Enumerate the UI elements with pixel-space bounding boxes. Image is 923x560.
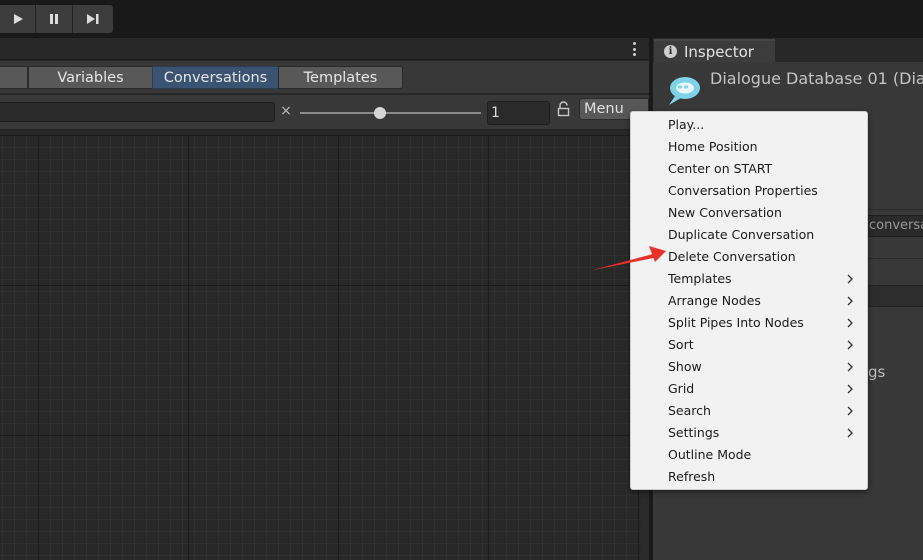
menu-item-label: Refresh [668, 469, 716, 484]
tab-label: Conversations [163, 69, 268, 86]
lock-icon[interactable] [557, 101, 570, 117]
play-button[interactable] [0, 5, 36, 33]
zoom-slider-handle[interactable] [373, 107, 386, 119]
dialogue-database-icon [669, 77, 700, 105]
inspector-tabstrip: i Inspector [653, 38, 923, 62]
filter-row: × 1 Menu [0, 95, 649, 130]
tab-label: Variables [57, 69, 124, 86]
menu-item-label: Sort [668, 337, 694, 352]
editor-tabs: Variables Conversations Templates [0, 61, 649, 93]
chevron-right-icon [847, 296, 853, 306]
inspector-label: gs [868, 363, 886, 381]
pause-icon [50, 14, 58, 24]
menu-item[interactable]: Conversation Properties [631, 180, 867, 202]
database-title: Dialogue Database 01 (Dialo [710, 69, 923, 88]
play-toolbar [0, 0, 923, 38]
menu-item-label: Duplicate Conversation [668, 227, 815, 242]
menu-item[interactable]: Outline Mode [631, 444, 867, 466]
menu-item-label: Play... [668, 117, 705, 132]
menu-item-label: Grid [668, 381, 695, 396]
menu-item[interactable]: Split Pipes Into Nodes [631, 312, 867, 334]
menu-item-label: Conversation Properties [668, 183, 818, 198]
menu-item[interactable]: Refresh [631, 466, 867, 488]
tab-inspector[interactable]: i Inspector [654, 39, 775, 62]
menu-item[interactable]: Show [631, 356, 867, 378]
more-options-icon[interactable] [628, 42, 640, 56]
menu-item[interactable]: Center on START [631, 158, 867, 180]
menu-item[interactable]: Search [631, 400, 867, 422]
chevron-right-icon [847, 406, 853, 416]
menu-item[interactable]: Play... [631, 114, 867, 136]
inspector-section-bar [866, 285, 923, 307]
menu-item[interactable]: New Conversation [631, 202, 867, 224]
menu-item-label: Center on START [668, 161, 773, 176]
tab-conversations[interactable]: Conversations [152, 66, 279, 89]
tab-templates[interactable]: Templates [278, 66, 403, 89]
annotation-arrow-icon [591, 246, 666, 271]
chevron-right-icon [847, 318, 853, 328]
tab-variables[interactable]: Variables [28, 66, 153, 89]
play-icon [13, 14, 23, 24]
info-icon: i [664, 45, 677, 58]
step-icon [87, 14, 99, 24]
menu-item-label: Settings [668, 425, 720, 440]
chevron-right-icon [847, 340, 853, 350]
clear-search-icon[interactable]: × [279, 103, 293, 119]
menu-item-label: Search [668, 403, 711, 418]
menu-item-label: Outline Mode [668, 447, 752, 462]
menu-item-label: Split Pipes Into Nodes [668, 315, 804, 330]
menu-item[interactable]: Home Position [631, 136, 867, 158]
inspector-tab-label: Inspector [684, 42, 754, 61]
editor-header [0, 38, 649, 60]
zoom-field[interactable]: 1 [487, 101, 550, 125]
playmode-controls [0, 5, 113, 33]
menu-item[interactable]: Grid [631, 378, 867, 400]
menu-item[interactable]: Arrange Nodes [631, 290, 867, 312]
tab-database[interactable] [0, 66, 28, 89]
pause-button[interactable] [36, 5, 73, 33]
chevron-right-icon [847, 362, 853, 372]
dialogue-editor-pane: Variables Conversations Templates × 1 Me… [0, 38, 649, 560]
menu-item[interactable]: Settings [631, 422, 867, 444]
chevron-right-icon [847, 428, 853, 438]
menu-item-label: Home Position [668, 139, 758, 154]
step-button[interactable] [73, 5, 113, 33]
menu-item-label: Delete Conversation [668, 249, 796, 264]
menu-item-label: Show [668, 359, 702, 374]
menu-item-label: Arrange Nodes [668, 293, 761, 308]
chevron-right-icon [847, 274, 853, 284]
node-canvas[interactable] [0, 135, 641, 560]
menu-item-label: New Conversation [668, 205, 782, 220]
menu-item-label: Templates [668, 271, 732, 286]
tab-label: Templates [303, 69, 378, 86]
context-menu: Play... Home Position Center on START Conve… [630, 111, 868, 490]
menu-item[interactable]: Sort [631, 334, 867, 356]
zoom-slider-track[interactable] [300, 112, 481, 114]
search-input[interactable] [0, 102, 275, 122]
chevron-right-icon [847, 384, 853, 394]
